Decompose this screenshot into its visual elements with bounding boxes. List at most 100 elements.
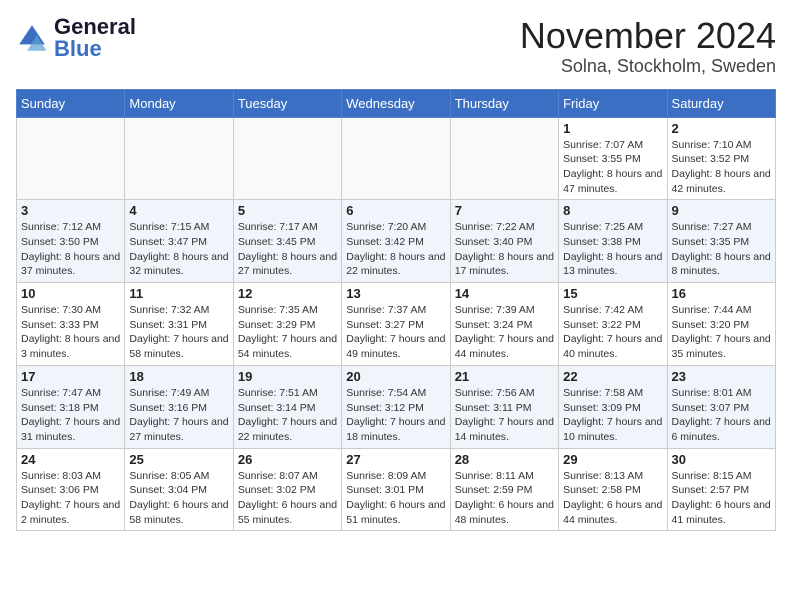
header-sunday: Sunday (17, 89, 125, 117)
day-number: 5 (238, 203, 337, 218)
calendar-cell: 6Sunrise: 7:20 AM Sunset: 3:42 PM Daylig… (342, 200, 450, 283)
day-detail: Sunrise: 8:03 AM Sunset: 3:06 PM Dayligh… (21, 469, 120, 528)
day-detail: Sunrise: 8:07 AM Sunset: 3:02 PM Dayligh… (238, 469, 337, 528)
calendar-week-row: 17 Sunrise: 7:47 AM Sunset: 3:18 PM Dayli… (17, 365, 776, 448)
calendar-cell: 17 Sunrise: 7:47 AM Sunset: 3:18 PM Dayli… (17, 365, 125, 448)
calendar-cell: 1Sunrise: 7:07 AM Sunset: 3:55 PM Daylig… (559, 117, 667, 200)
calendar-week-row: 3 Sunrise: 7:12 AM Sunset: 3:50 PM Daylig… (17, 200, 776, 283)
day-number: 6 (346, 203, 445, 218)
header-tuesday: Tuesday (233, 89, 341, 117)
calendar-cell: 18 Sunrise: 7:49 AM Sunset: 3:16 PM Dayli… (125, 365, 233, 448)
calendar-cell (17, 117, 125, 200)
logo-text: General Blue (54, 16, 136, 60)
calendar-cell (450, 117, 558, 200)
day-number: 19 (238, 369, 337, 384)
header: General Blue November 2024 Solna, Stockh… (16, 16, 776, 77)
calendar-cell: 14 Sunrise: 7:39 AM Sunset: 3:24 PM Dayli… (450, 283, 558, 366)
day-detail: Sunrise: 7:47 AM Sunset: 3:18 PM Dayligh… (21, 386, 120, 445)
day-number: 26 (238, 452, 337, 467)
day-detail: Sunrise: 8:01 AM Sunset: 3:07 PM Dayligh… (672, 386, 771, 445)
day-number: 18 (129, 369, 228, 384)
day-number: 4 (129, 203, 228, 218)
calendar-cell: 23 Sunrise: 8:01 AM Sunset: 3:07 PM Dayli… (667, 365, 775, 448)
day-detail: Sunrise: 7:22 AM Sunset: 3:40 PM Dayligh… (455, 220, 554, 279)
calendar-cell: 12 Sunrise: 7:35 AM Sunset: 3:29 PM Dayli… (233, 283, 341, 366)
calendar-cell: 29Sunrise: 8:13 AM Sunset: 2:58 PM Dayli… (559, 448, 667, 531)
day-number: 23 (672, 369, 771, 384)
calendar-cell (233, 117, 341, 200)
calendar-cell: 2Sunrise: 7:10 AM Sunset: 3:52 PM Daylig… (667, 117, 775, 200)
title-area: November 2024 Solna, Stockholm, Sweden (520, 16, 776, 77)
day-detail: Sunrise: 7:30 AM Sunset: 3:33 PM Dayligh… (21, 303, 120, 362)
day-number: 12 (238, 286, 337, 301)
calendar-cell: 16 Sunrise: 7:44 AM Sunset: 3:20 PM Dayli… (667, 283, 775, 366)
calendar-cell: 26 Sunrise: 8:07 AM Sunset: 3:02 PM Dayli… (233, 448, 341, 531)
day-number: 3 (21, 203, 120, 218)
day-number: 8 (563, 203, 662, 218)
day-detail: Sunrise: 7:17 AM Sunset: 3:45 PM Dayligh… (238, 220, 337, 279)
calendar-cell: 19 Sunrise: 7:51 AM Sunset: 3:14 PM Dayli… (233, 365, 341, 448)
day-detail: Sunrise: 7:25 AM Sunset: 3:38 PM Dayligh… (563, 220, 662, 279)
day-detail: Sunrise: 7:35 AM Sunset: 3:29 PM Dayligh… (238, 303, 337, 362)
day-number: 27 (346, 452, 445, 467)
calendar-cell: 7 Sunrise: 7:22 AM Sunset: 3:40 PM Daylig… (450, 200, 558, 283)
day-number: 30 (672, 452, 771, 467)
calendar-cell: 13 Sunrise: 7:37 AM Sunset: 3:27 PM Dayli… (342, 283, 450, 366)
logo: General Blue (16, 16, 136, 60)
calendar-cell: 22Sunrise: 7:58 AM Sunset: 3:09 PM Dayli… (559, 365, 667, 448)
day-detail: Sunrise: 7:49 AM Sunset: 3:16 PM Dayligh… (129, 386, 228, 445)
day-detail: Sunrise: 7:12 AM Sunset: 3:50 PM Dayligh… (21, 220, 120, 279)
calendar-week-row: 1Sunrise: 7:07 AM Sunset: 3:55 PM Daylig… (17, 117, 776, 200)
calendar-week-row: 10Sunrise: 7:30 AM Sunset: 3:33 PM Dayli… (17, 283, 776, 366)
calendar-cell: 8 Sunrise: 7:25 AM Sunset: 3:38 PM Daylig… (559, 200, 667, 283)
calendar-cell: 21Sunrise: 7:56 AM Sunset: 3:11 PM Dayli… (450, 365, 558, 448)
day-detail: Sunrise: 7:51 AM Sunset: 3:14 PM Dayligh… (238, 386, 337, 445)
logo-icon (16, 22, 48, 54)
day-detail: Sunrise: 7:27 AM Sunset: 3:35 PM Dayligh… (672, 220, 771, 279)
month-title: November 2024 (520, 16, 776, 56)
calendar-cell: 9 Sunrise: 7:27 AM Sunset: 3:35 PM Daylig… (667, 200, 775, 283)
calendar-cell: 11Sunrise: 7:32 AM Sunset: 3:31 PM Dayli… (125, 283, 233, 366)
calendar-cell: 30 Sunrise: 8:15 AM Sunset: 2:57 PM Dayli… (667, 448, 775, 531)
header-thursday: Thursday (450, 89, 558, 117)
day-number: 7 (455, 203, 554, 218)
day-number: 13 (346, 286, 445, 301)
day-detail: Sunrise: 8:15 AM Sunset: 2:57 PM Dayligh… (672, 469, 771, 528)
header-monday: Monday (125, 89, 233, 117)
day-detail: Sunrise: 7:32 AM Sunset: 3:31 PM Dayligh… (129, 303, 228, 362)
calendar-cell: 27 Sunrise: 8:09 AM Sunset: 3:01 PM Dayli… (342, 448, 450, 531)
day-detail: Sunrise: 7:15 AM Sunset: 3:47 PM Dayligh… (129, 220, 228, 279)
day-detail: Sunrise: 7:54 AM Sunset: 3:12 PM Dayligh… (346, 386, 445, 445)
calendar-cell: 24 Sunrise: 8:03 AM Sunset: 3:06 PM Dayli… (17, 448, 125, 531)
calendar-week-row: 24 Sunrise: 8:03 AM Sunset: 3:06 PM Dayli… (17, 448, 776, 531)
day-detail: Sunrise: 7:42 AM Sunset: 3:22 PM Dayligh… (563, 303, 662, 362)
day-number: 21 (455, 369, 554, 384)
day-number: 28 (455, 452, 554, 467)
day-number: 16 (672, 286, 771, 301)
day-detail: Sunrise: 8:05 AM Sunset: 3:04 PM Dayligh… (129, 469, 228, 528)
calendar-cell: 25Sunrise: 8:05 AM Sunset: 3:04 PM Dayli… (125, 448, 233, 531)
header-saturday: Saturday (667, 89, 775, 117)
calendar-cell: 28 Sunrise: 8:11 AM Sunset: 2:59 PM Dayli… (450, 448, 558, 531)
day-detail: Sunrise: 7:39 AM Sunset: 3:24 PM Dayligh… (455, 303, 554, 362)
day-detail: Sunrise: 7:37 AM Sunset: 3:27 PM Dayligh… (346, 303, 445, 362)
day-detail: Sunrise: 7:10 AM Sunset: 3:52 PM Dayligh… (672, 138, 771, 197)
day-number: 24 (21, 452, 120, 467)
day-number: 14 (455, 286, 554, 301)
day-number: 1 (563, 121, 662, 136)
day-detail: Sunrise: 8:09 AM Sunset: 3:01 PM Dayligh… (346, 469, 445, 528)
day-detail: Sunrise: 7:44 AM Sunset: 3:20 PM Dayligh… (672, 303, 771, 362)
calendar-cell: 3 Sunrise: 7:12 AM Sunset: 3:50 PM Daylig… (17, 200, 125, 283)
day-number: 15 (563, 286, 662, 301)
day-detail: Sunrise: 8:11 AM Sunset: 2:59 PM Dayligh… (455, 469, 554, 528)
day-detail: Sunrise: 7:58 AM Sunset: 3:09 PM Dayligh… (563, 386, 662, 445)
day-number: 9 (672, 203, 771, 218)
day-number: 20 (346, 369, 445, 384)
calendar-cell: 5 Sunrise: 7:17 AM Sunset: 3:45 PM Daylig… (233, 200, 341, 283)
calendar-cell: 20 Sunrise: 7:54 AM Sunset: 3:12 PM Dayli… (342, 365, 450, 448)
day-number: 17 (21, 369, 120, 384)
header-friday: Friday (559, 89, 667, 117)
header-wednesday: Wednesday (342, 89, 450, 117)
calendar-table: SundayMondayTuesdayWednesdayThursdayFrid… (16, 89, 776, 532)
day-detail: Sunrise: 8:13 AM Sunset: 2:58 PM Dayligh… (563, 469, 662, 528)
